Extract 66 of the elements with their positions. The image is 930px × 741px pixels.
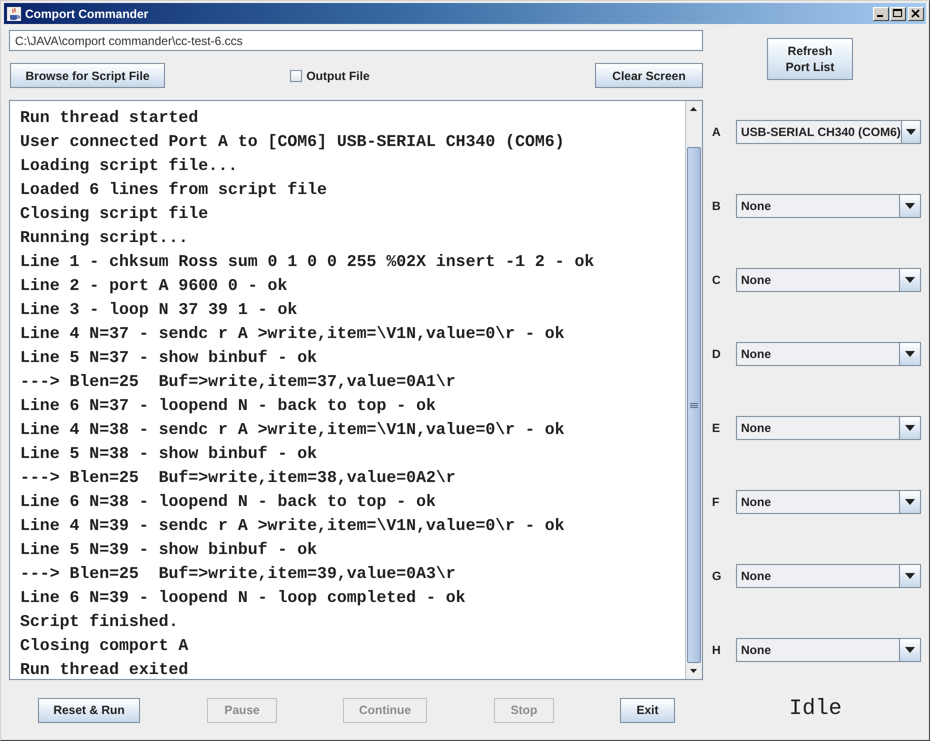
- log-line: Line 4 N=37 - sendc r A >write,item=\V1N,value=0\r - ok: [20, 323, 565, 345]
- log-line: ---> Blen=25 Buf=>write,item=39,value=0A3\r: [20, 563, 456, 585]
- port-dropdown[interactable]: None: [736, 638, 921, 662]
- port-label: G: [711, 569, 722, 583]
- caret-icon: [905, 277, 915, 283]
- log-line: Line 3 - loop N 37 39 1 - ok: [20, 299, 298, 321]
- caret-icon: [905, 203, 915, 209]
- clear-screen-button[interactable]: Clear Screen: [594, 63, 703, 88]
- close-button[interactable]: [908, 6, 924, 20]
- log-line: Line 4 N=38 - sendc r A >write,item=\V1N,value=0\r - ok: [20, 419, 565, 441]
- maximize-icon: [893, 9, 903, 18]
- log-line: ---> Blen=25 Buf=>write,item=38,value=0A2\r: [20, 467, 456, 489]
- output-file-checkbox[interactable]: [290, 70, 302, 82]
- caret-icon: [905, 499, 915, 505]
- scrollbar-thumb[interactable]: [687, 147, 701, 663]
- port-dropdown[interactable]: None: [736, 194, 921, 218]
- refresh-ports-button[interactable]: Refresh Port List: [767, 38, 853, 80]
- port-label: H: [711, 643, 722, 657]
- port-label: D: [711, 347, 722, 361]
- app-icon: [7, 6, 21, 20]
- port-dropdown[interactable]: None: [736, 564, 921, 588]
- caret-icon: [905, 573, 915, 579]
- log-line: Line 5 N=38 - show binbuf - ok: [20, 443, 318, 465]
- script-path-field[interactable]: C:\JAVA\comport commander\cc-test-6.ccs: [9, 30, 703, 51]
- port-label: A: [711, 125, 722, 139]
- log-line: Line 1 - chksum Ross sum 0 1 0 0 255 %02X insert -1 2 - ok: [20, 251, 594, 273]
- log-line: Line 2 - port A 9600 0 - ok: [20, 275, 288, 297]
- port-dropdown[interactable]: None: [736, 268, 921, 292]
- checkbox-label: Output File: [306, 68, 370, 82]
- close-icon: [911, 9, 921, 18]
- log-line: Run thread started: [20, 107, 198, 129]
- log-line: Line 6 N=38 - loopend N - back to top - ok: [20, 491, 436, 513]
- log-line: Loaded 6 lines from script file: [20, 179, 327, 201]
- minimize-button[interactable]: [873, 6, 889, 20]
- log-line: Running script...: [20, 227, 188, 249]
- log-line: Run thread exited: [20, 659, 188, 679]
- port-label: C: [711, 273, 722, 287]
- caret-icon: [905, 425, 915, 431]
- port-dropdown[interactable]: USB-SERIAL CH340 (COM6): [736, 120, 921, 144]
- log-line: Line 6 N=37 - loopend N - back to top - ok: [20, 395, 436, 417]
- caret-icon: [905, 351, 915, 357]
- log-line: Closing comport A: [20, 635, 188, 657]
- grip-icon: [690, 402, 698, 408]
- log-line: User connected Port A to [COM6] USB-SERIAL CH340 (COM6): [20, 131, 565, 153]
- log-line: Line 5 N=37 - show binbuf - ok: [20, 347, 318, 369]
- log-line: Script finished.: [20, 611, 178, 633]
- control-button[interactable]: Exit: [620, 698, 675, 722]
- log-line: Closing script file: [20, 203, 208, 225]
- maximize-button[interactable]: [890, 6, 906, 20]
- log-line: ---> Blen=25 Buf=>write,item=37,value=0A1\r: [20, 371, 456, 393]
- port-dropdown[interactable]: None: [736, 490, 921, 514]
- window-title: Comport Commander: [25, 6, 150, 20]
- log-line: Line 6 N=39 - loopend N - loop completed - ok: [20, 587, 466, 609]
- port-label: E: [711, 421, 722, 435]
- browse-button[interactable]: Browse for Script File: [10, 63, 165, 88]
- caret-icon: [905, 647, 915, 653]
- log-line: Loading script file...: [20, 155, 238, 177]
- status-text: Idle: [789, 696, 843, 721]
- log-line: Line 5 N=39 - show binbuf - ok: [20, 539, 318, 561]
- port-dropdown[interactable]: None: [736, 416, 921, 440]
- control-button[interactable]: Reset & Run: [38, 698, 140, 722]
- port-dropdown[interactable]: None: [736, 342, 921, 366]
- log-line: Line 4 N=39 - sendc r A >write,item=\V1N,value=0\r - ok: [20, 515, 565, 537]
- port-label: F: [711, 495, 720, 509]
- caret-icon: [906, 129, 916, 135]
- port-label: B: [711, 199, 722, 213]
